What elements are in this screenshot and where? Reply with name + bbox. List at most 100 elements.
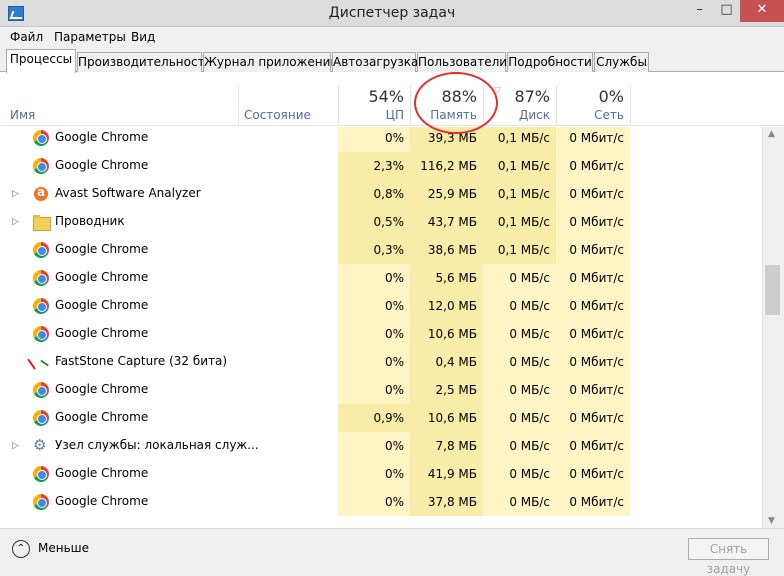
chrome-icon: [33, 410, 49, 426]
tab-processes[interactable]: Процессы: [6, 49, 76, 73]
process-disk-value: 0 МБ/с: [483, 404, 556, 432]
process-name: Google Chrome: [55, 382, 149, 396]
expand-arrow-icon[interactable]: ▷: [12, 217, 19, 227]
process-name: Google Chrome: [55, 326, 149, 340]
menu-view[interactable]: Вид: [131, 30, 155, 44]
column-header-cpu[interactable]: 54% ЦП: [338, 72, 410, 126]
process-cpu-value: 0%: [338, 320, 410, 348]
memory-highlight-circle: [414, 72, 498, 134]
expand-arrow-icon[interactable]: ▷: [12, 189, 19, 199]
process-memory-value: 7,8 МБ: [410, 432, 483, 460]
process-name: Google Chrome: [55, 270, 149, 284]
process-network-value: 0 Мбит/с: [556, 320, 630, 348]
column-name-label: Имя: [10, 108, 36, 122]
process-row[interactable]: Google Chrome 0% 41,9 МБ 0 МБ/с 0 Мбит/с: [0, 460, 762, 488]
process-cpu-value: 0%: [338, 376, 410, 404]
column-header-name[interactable]: Имя: [0, 72, 238, 126]
end-task-button[interactable]: Снять задачу: [688, 538, 769, 576]
process-row[interactable]: Google Chrome 2,3% 116,2 МБ 0,1 МБ/с 0 Мбит/…: [0, 152, 762, 180]
process-network-value: 0 Мбит/с: [556, 488, 630, 516]
process-network-value: 0 Мбит/с: [556, 236, 630, 264]
tab-details[interactable]: Подробности: [507, 52, 593, 72]
column-header-network[interactable]: 0% Сеть: [556, 72, 630, 126]
tab-app-history[interactable]: Журнал приложений: [203, 52, 338, 72]
process-memory-value: 116,2 МБ: [410, 152, 483, 180]
maximize-button[interactable]: □: [713, 0, 740, 22]
process-cpu-value: 0%: [338, 348, 410, 376]
expand-arrow-icon[interactable]: ▷: [12, 441, 19, 451]
process-row[interactable]: Google Chrome 0% 37,8 МБ 0 МБ/с 0 Мбит/с: [0, 488, 762, 516]
close-button[interactable]: ✕: [740, 0, 784, 22]
chrome-icon: [33, 494, 49, 510]
process-memory-value: 25,9 МБ: [410, 180, 483, 208]
process-network-value: 0 Мбит/с: [556, 348, 630, 376]
process-disk-value: 0 МБ/с: [483, 432, 556, 460]
process-cpu-value: 0%: [338, 432, 410, 460]
process-network-value: 0 Мбит/с: [556, 208, 630, 236]
chrome-icon: [33, 270, 49, 286]
process-disk-value: 0,1 МБ/с: [483, 180, 556, 208]
chrome-icon: [33, 326, 49, 342]
process-row[interactable]: Google Chrome 0% 12,0 МБ 0 МБ/с 0 Мбит/с: [0, 292, 762, 320]
process-row[interactable]: Google Chrome 0% 2,5 МБ 0 МБ/с 0 Мбит/с: [0, 376, 762, 404]
chrome-icon: [33, 130, 49, 146]
process-row[interactable]: ▷ Avast Software Analyzer 0,8%25,9 МБ0,1 М…: [0, 180, 762, 208]
scrollbar-thumb[interactable]: [765, 265, 780, 315]
disk-total-percent: 87%: [514, 87, 550, 106]
process-memory-value: 5,6 МБ: [410, 264, 483, 292]
process-row[interactable]: Google Chrome 0% 39,3 МБ 0,1 МБ/с 0 Мбит/с: [0, 127, 762, 152]
process-cpu-value: 0,9%: [338, 404, 410, 432]
process-row[interactable]: ▷ Узел службы: локальная служ... 0%7,8 МБ0…: [0, 432, 762, 460]
process-row[interactable]: Google Chrome 0,3% 38,6 МБ 0,1 МБ/с 0 Мбит/с: [0, 236, 762, 264]
column-header-row: Имя Состояние 54% ЦП 88% Память ▽ 87% Ди…: [0, 72, 784, 126]
minimize-button[interactable]: –: [686, 0, 713, 22]
menu-options[interactable]: Параметры: [54, 30, 126, 44]
footer-bar: ⌃ Меньше Снять задачу: [0, 528, 784, 576]
scroll-up-arrow-icon[interactable]: ▲: [768, 129, 775, 139]
column-network-label: Сеть: [594, 108, 624, 122]
title-bar: Диспетчер задач – □ ✕: [0, 0, 784, 27]
process-cpu-value: 0%: [338, 292, 410, 320]
vertical-scrollbar[interactable]: ▲ ▼: [762, 127, 784, 528]
chrome-icon: [33, 242, 49, 258]
fewer-details-link[interactable]: Меньше: [38, 541, 89, 555]
menu-bar: Файл Параметры Вид: [0, 27, 784, 48]
chrome-icon: [33, 466, 49, 482]
process-cpu-value: 0,3%: [338, 236, 410, 264]
process-row[interactable]: FastStone Capture (32 бита) 0% 0,4 МБ 0 МБ/…: [0, 348, 762, 376]
process-name: Google Chrome: [55, 466, 149, 480]
tab-users[interactable]: Пользователи: [417, 52, 507, 72]
process-name: Узел службы: локальная служ...: [55, 438, 259, 452]
process-disk-value: 0 МБ/с: [483, 348, 556, 376]
process-network-value: 0 Мбит/с: [556, 376, 630, 404]
column-separator[interactable]: [630, 86, 631, 126]
process-network-value: 0 Мбит/с: [556, 152, 630, 180]
process-row[interactable]: Google Chrome 0% 10,6 МБ 0 МБ/с 0 Мбит/с: [0, 320, 762, 348]
process-row[interactable]: Google Chrome 0% 5,6 МБ 0 МБ/с 0 Мбит/с: [0, 264, 762, 292]
process-name: Google Chrome: [55, 130, 149, 144]
process-row[interactable]: Google Chrome 0,9% 10,6 МБ 0 МБ/с 0 Мбит/с: [0, 404, 762, 432]
menu-file[interactable]: Файл: [10, 30, 43, 44]
process-network-value: 0 Мбит/с: [556, 404, 630, 432]
scroll-down-arrow-icon[interactable]: ▼: [768, 516, 775, 526]
tab-services[interactable]: Службы: [594, 52, 649, 72]
column-header-status[interactable]: Состояние: [238, 72, 338, 126]
collapse-chevron-up-icon[interactable]: ⌃: [12, 540, 30, 558]
tab-strip: Процессы Производительность Журнал прило…: [0, 48, 784, 73]
tab-performance[interactable]: Производительность: [77, 52, 212, 72]
chrome-icon: [33, 158, 49, 174]
process-disk-value: 0 МБ/с: [483, 460, 556, 488]
process-list: Google Chrome 0% 39,3 МБ 0,1 МБ/с 0 Мбит/с Go…: [0, 127, 762, 528]
process-cpu-value: 0%: [338, 127, 410, 152]
process-network-value: 0 Мбит/с: [556, 460, 630, 488]
process-memory-value: 41,9 МБ: [410, 460, 483, 488]
process-name: Проводник: [55, 214, 125, 228]
process-cpu-value: 0%: [338, 488, 410, 516]
process-row[interactable]: ▷ Проводник 0,5% 43,7 МБ 0,1 МБ/с 0 Мбит/с: [0, 208, 762, 236]
gear-icon: [33, 436, 49, 454]
network-total-percent: 0%: [598, 87, 624, 106]
process-cpu-value: 0%: [338, 264, 410, 292]
tab-startup[interactable]: Автозагрузка: [332, 52, 418, 72]
process-name: Google Chrome: [55, 494, 149, 508]
process-cpu-value: 0%: [338, 460, 410, 488]
